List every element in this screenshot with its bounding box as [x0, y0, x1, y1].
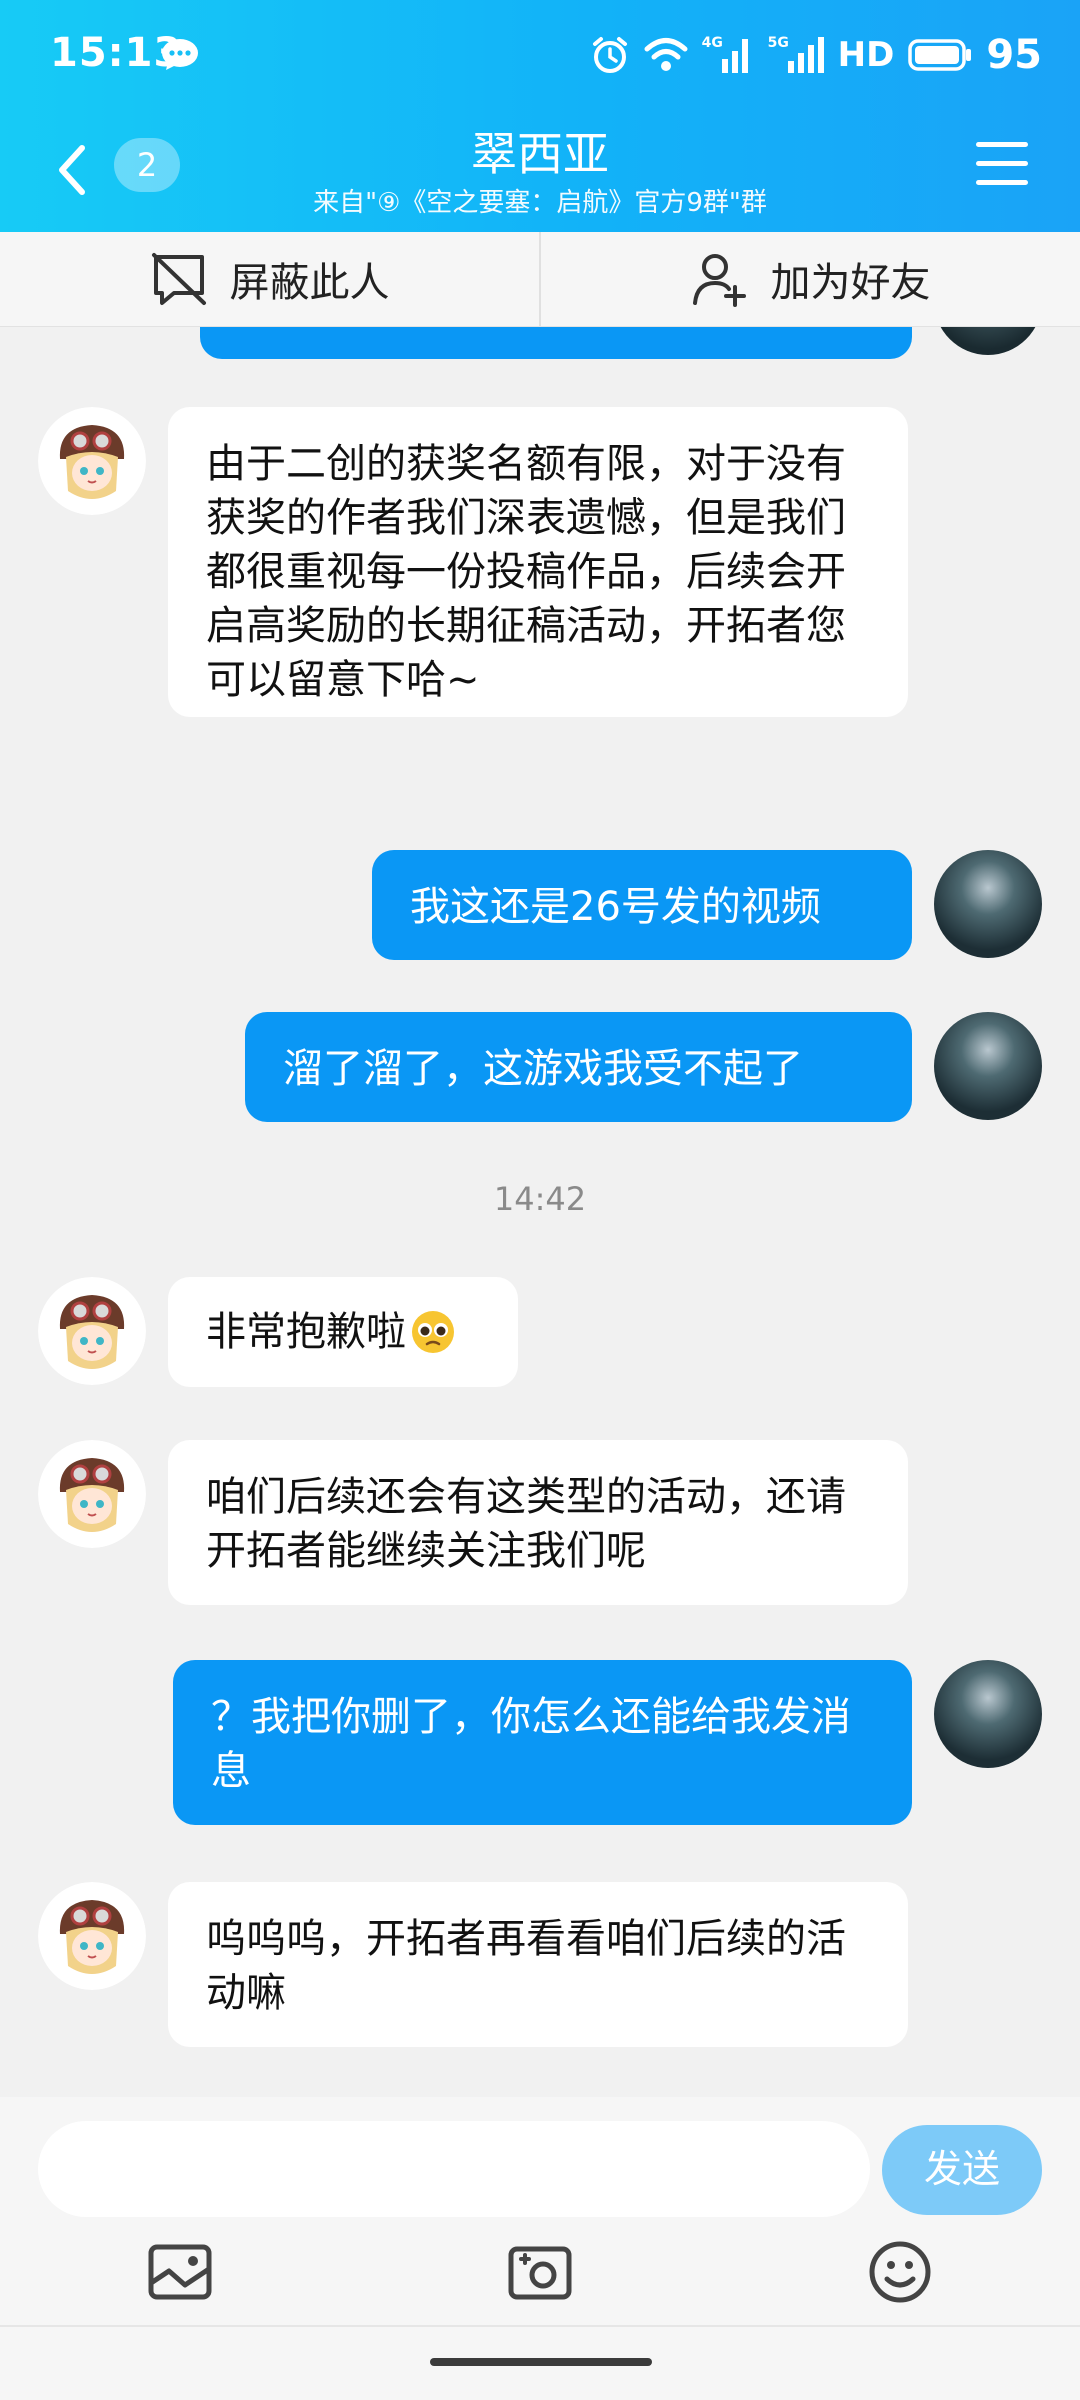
message-input[interactable] [38, 2121, 870, 2217]
avatar[interactable] [934, 1660, 1042, 1768]
status-icons: 4G 5G HD 95 [590, 30, 1042, 80]
battery-level: 95 [986, 32, 1042, 78]
add-friend-label: 加为好友 [770, 260, 931, 306]
alarm-icon [592, 37, 627, 73]
wifi-icon [644, 38, 688, 71]
network-4g-label: 4G [701, 35, 723, 51]
block-icon [151, 253, 206, 305]
status-bar: 15:13 4G 5G HD 95 [0, 0, 1080, 110]
message-text: 非常抱歉啦 [206, 1309, 406, 1355]
message-bubble-outgoing[interactable]: 溜了溜了，这游戏我受不起了 [245, 1012, 912, 1122]
partial-outgoing-bubble [200, 327, 912, 359]
avatar[interactable] [934, 1012, 1042, 1120]
chat-header: 2 翠西亚 来自"⑨《空之要塞：启航》官方9群"群 [0, 110, 1080, 232]
message-list[interactable]: 由于二创的获奖名额有限，对于没有获奖的作者我们深表遗憾，但是我们都很重视每一份投… [0, 327, 1080, 2097]
message-bubble-outgoing[interactable]: ？我把你删了，你怎么还能给我发消息 [173, 1660, 912, 1825]
chat-bubble-icon [162, 39, 198, 70]
chat-subtitle: 来自"⑨《空之要塞：启航》官方9群"群 [313, 188, 767, 218]
chat-title: 翠西亚 [471, 127, 609, 181]
hd-label: HD [837, 35, 895, 75]
send-button[interactable]: 发送 [882, 2125, 1042, 2215]
bottom-divider [0, 2325, 1080, 2327]
signal-5g-icon: 5G [768, 35, 824, 75]
pleading-emoji-icon [412, 1311, 454, 1353]
message-bubble-incoming[interactable]: 由于二创的获奖名额有限，对于没有获奖的作者我们深表遗憾，但是我们都很重视每一份投… [168, 407, 908, 717]
avatar[interactable] [38, 1882, 146, 1990]
input-bar: 发送 [0, 2097, 1080, 2400]
action-bar: 屏蔽此人 加为好友 [0, 232, 1080, 327]
avatar[interactable] [934, 327, 1042, 355]
add-friend-icon [692, 254, 746, 307]
message-timestamp: 14:42 [493, 1180, 587, 1218]
message-bubble-outgoing[interactable]: 我这还是26号发的视频 [372, 850, 912, 960]
message-bubble-incoming[interactable]: 咱们后续还会有这类型的活动，还请开拓者能继续关注我们呢 [168, 1440, 908, 1605]
message-bubble-incoming[interactable]: 非常抱歉啦 [168, 1277, 518, 1387]
top-bar: 15:13 4G 5G HD 95 2 翠西亚 来自"⑨《空之要塞：启航》官方9… [0, 0, 1080, 232]
avatar[interactable] [934, 850, 1042, 958]
block-label: 屏蔽此人 [229, 260, 390, 306]
camera-icon[interactable] [505, 2237, 575, 2307]
battery-icon [908, 39, 972, 71]
avatar[interactable] [38, 1277, 146, 1385]
signal-icon: 4G [702, 35, 754, 75]
menu-icon[interactable] [976, 142, 1028, 188]
network-5g-label: 5G [767, 35, 789, 51]
avatar[interactable] [38, 1440, 146, 1548]
image-icon[interactable] [145, 2237, 215, 2307]
add-friend-button[interactable]: 加为好友 [539, 232, 1080, 326]
block-button[interactable]: 屏蔽此人 [0, 232, 539, 326]
emoji-icon[interactable] [865, 2237, 935, 2307]
message-bubble-incoming[interactable]: 呜呜呜，开拓者再看看咱们后续的活动嘛 [168, 1882, 908, 2047]
home-indicator[interactable] [430, 2358, 652, 2366]
avatar[interactable] [38, 407, 146, 515]
input-toolbar [0, 2237, 1080, 2327]
